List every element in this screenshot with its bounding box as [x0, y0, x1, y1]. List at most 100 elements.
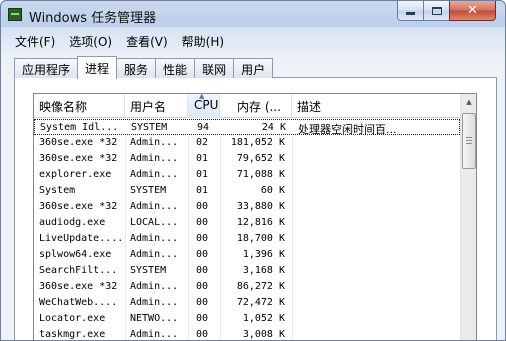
cell-memory: 60 K [260, 185, 285, 196]
table-row[interactable]: 360se.exe *32 Admin... 01 79,652 K [34, 151, 460, 167]
table-row[interactable]: splwow64.exe Admin... 00 1,396 K [34, 247, 460, 263]
column-header-cpu-label: CPU [194, 98, 219, 112]
cell-image-name: 360se.exe *32 [39, 281, 118, 292]
table-row[interactable]: 360se.exe *32 Admin... 00 33,880 K [34, 199, 460, 215]
cell-image-name: LiveUpdate.... [39, 233, 124, 244]
column-header-cpu[interactable]: ▲ CPU [188, 94, 220, 118]
minimize-button[interactable] [397, 1, 424, 21]
cell-image-name: Locator.exe [39, 313, 106, 324]
window-title: Windows 任务管理器 [29, 11, 157, 26]
cell-memory: 1,052 K [242, 313, 285, 324]
scroll-up-arrow-icon: ▲ [466, 98, 472, 106]
cell-image-name: System [39, 185, 76, 196]
column-header-row: 映像名称 用户名 ▲ CPU 内存 (... 描述 [34, 94, 460, 118]
cell-memory: 86,272 K [236, 281, 285, 292]
grip-line [466, 143, 472, 144]
cell-cpu: 94 [197, 122, 210, 133]
cell-user-name: Admin... [130, 169, 179, 180]
cell-memory: 1,396 K [242, 249, 285, 260]
cell-cpu: 00 [196, 233, 209, 244]
tab-performance[interactable]: 性能 [155, 58, 196, 78]
cell-memory: 33,880 K [236, 201, 285, 212]
cell-user-name: Admin... [130, 281, 179, 292]
cell-user-name: Admin... [130, 233, 179, 244]
process-rows: System Idl... SYSTEM 94 24 K 处理器空闲时间百... 360s… [34, 119, 460, 340]
cell-image-name: explorer.exe [39, 169, 112, 180]
task-manager-window: Windows 任务管理器 ✕ 文件(F) 选项(O) 查看(V) 帮助(H) … [0, 0, 506, 341]
tab-users[interactable]: 用户 [233, 58, 274, 78]
menu-view[interactable]: 查看(V) [120, 30, 174, 50]
menu-bar: 文件(F) 选项(O) 查看(V) 帮助(H) [1, 30, 505, 50]
cell-memory: 72,472 K [236, 297, 285, 308]
cell-memory: 3,008 K [242, 329, 285, 340]
vertical-scrollbar[interactable]: ▲ [460, 94, 476, 340]
cell-cpu: 00 [196, 281, 209, 292]
cell-cpu: 00 [196, 265, 209, 276]
menu-file[interactable]: 文件(F) [9, 30, 61, 50]
close-icon: ✕ [467, 3, 478, 18]
table-row[interactable]: Locator.exe NETWO... 00 1,052 K [34, 311, 460, 327]
cell-image-name: taskmgr.exe [39, 329, 106, 340]
column-header-description[interactable]: 描述 [292, 94, 460, 118]
scroll-up-button[interactable]: ▲ [461, 94, 476, 110]
process-list[interactable]: 映像名称 用户名 ▲ CPU 内存 (... 描述 System Idl... S… [33, 93, 477, 340]
column-header-image-name[interactable]: 映像名称 [34, 94, 125, 118]
cell-image-name: System Idl... [40, 122, 119, 133]
table-row[interactable]: System SYSTEM 01 60 K [34, 183, 460, 199]
cell-cpu: 01 [196, 169, 209, 180]
title-bar[interactable]: Windows 任务管理器 ✕ [1, 1, 505, 29]
cell-user-name: NETWO... [130, 313, 179, 324]
menu-options[interactable]: 选项(O) [63, 30, 118, 50]
tab-applications[interactable]: 应用程序 [14, 58, 79, 78]
maximize-button[interactable] [423, 1, 450, 21]
table-row[interactable]: WeChatWeb.... Admin... 00 72,472 K [34, 295, 460, 311]
cell-memory: 12,816 K [236, 217, 285, 228]
cell-cpu: 00 [196, 249, 209, 260]
grip-line [466, 140, 472, 141]
cell-user-name: Admin... [130, 249, 179, 260]
cell-cpu: 00 [196, 217, 209, 228]
table-row[interactable]: LiveUpdate.... Admin... 00 18,700 K [34, 231, 460, 247]
tab-processes[interactable]: 进程 [77, 56, 118, 79]
cell-user-name: SYSTEM [130, 185, 167, 196]
maximize-icon [431, 6, 442, 15]
table-row[interactable]: 360se.exe *32 Admin... 00 86,272 K [34, 279, 460, 295]
cell-image-name: audiodg.exe [39, 217, 106, 228]
cell-image-name: splwow64.exe [39, 249, 112, 260]
close-button[interactable]: ✕ [449, 1, 496, 21]
cell-user-name: SYSTEM [131, 122, 168, 133]
scroll-thumb[interactable] [462, 113, 476, 169]
task-manager-icon [8, 8, 22, 21]
cell-cpu: 00 [196, 313, 209, 324]
cell-image-name: WeChatWeb.... [39, 297, 118, 308]
cell-image-name: 360se.exe *32 [39, 153, 118, 164]
tab-services[interactable]: 服务 [116, 58, 157, 78]
cell-memory: 181,052 K [230, 137, 285, 148]
column-header-memory[interactable]: 内存 (... [220, 94, 292, 118]
table-row[interactable]: taskmgr.exe Admin... 00 3,008 K [34, 327, 460, 340]
cell-memory: 3,168 K [242, 265, 285, 276]
cell-memory: 18,700 K [236, 233, 285, 244]
cell-user-name: SYSTEM [130, 265, 167, 276]
tab-strip: 应用程序 进程 服务 性能 联网 用户 [14, 56, 274, 79]
table-row[interactable]: explorer.exe Admin... 01 71,088 K [34, 167, 460, 183]
cell-cpu: 02 [196, 137, 209, 148]
table-row[interactable]: SearchFilt... SYSTEM 00 3,168 K [34, 263, 460, 279]
cell-user-name: Admin... [130, 137, 179, 148]
cell-cpu: 00 [196, 329, 209, 340]
cell-image-name: 360se.exe *32 [39, 201, 118, 212]
cell-cpu: 00 [196, 201, 209, 212]
table-row[interactable]: 360se.exe *32 Admin... 02 181,052 K [34, 135, 460, 151]
table-row[interactable]: System Idl... SYSTEM 94 24 K 处理器空闲时间百... [34, 119, 460, 136]
menu-help[interactable]: 帮助(H) [176, 30, 230, 50]
cell-user-name: Admin... [130, 329, 179, 340]
column-header-user-name[interactable]: 用户名 [125, 94, 188, 118]
cell-memory: 71,088 K [236, 169, 285, 180]
cell-image-name: SearchFilt... [39, 265, 118, 276]
cell-user-name: Admin... [130, 153, 179, 164]
cell-image-name: 360se.exe *32 [39, 137, 118, 148]
cell-memory: 79,652 K [236, 153, 285, 164]
cell-cpu: 01 [196, 153, 209, 164]
table-row[interactable]: audiodg.exe LOCAL... 00 12,816 K [34, 215, 460, 231]
tab-networking[interactable]: 联网 [194, 58, 235, 78]
